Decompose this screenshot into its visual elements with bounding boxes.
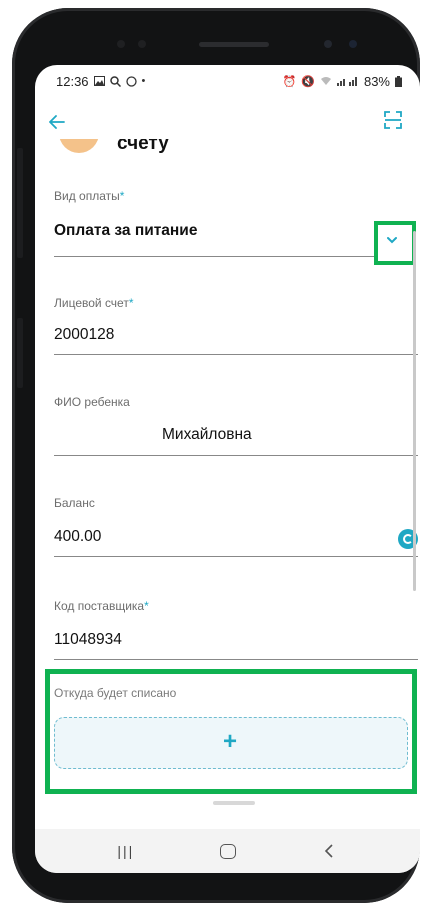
app-bar	[35, 105, 420, 141]
status-bar: 12:36 • ⏰ 🔇 83%	[35, 65, 420, 97]
front-camera	[324, 40, 332, 48]
chevron-down-icon	[387, 237, 397, 244]
sensor	[138, 40, 146, 48]
sensor	[117, 40, 125, 48]
back-arrow-icon[interactable]	[48, 107, 79, 137]
mute-icon: 🔇	[301, 75, 315, 88]
child-name-underline	[54, 455, 418, 456]
wifi-icon	[320, 77, 331, 85]
balance-label: Баланс	[54, 496, 95, 510]
phone-frame: 12:36 • ⏰ 🔇 83% счету Вид оплаты* Оплата…	[12, 8, 420, 903]
debit-source-label: Откуда будет списано	[54, 686, 177, 700]
payment-type-dropdown-button[interactable]	[374, 221, 416, 265]
recents-icon[interactable]: |||	[106, 836, 146, 866]
add-source-button[interactable]: +	[54, 717, 408, 769]
balance-input: 400.00	[54, 528, 102, 545]
page-title: счету	[117, 139, 169, 153]
account-input[interactable]: 2000128	[54, 326, 114, 344]
account-field[interactable]: Лицевой счет* 2000128	[54, 296, 418, 366]
status-time: 12:36	[56, 73, 89, 89]
avatar	[59, 139, 99, 153]
supplier-code-input[interactable]: 11048934	[54, 631, 122, 649]
image-icon	[93, 76, 105, 86]
supplier-code-field[interactable]: Код поставщика* 11048934	[54, 599, 418, 669]
bixby-button	[17, 318, 23, 388]
debit-source-section: Откуда будет списано +	[45, 669, 417, 794]
iris-sensor	[349, 40, 357, 48]
dot-icon: •	[141, 75, 146, 87]
child-name-field[interactable]: ФИО ребенка Михайловна	[54, 395, 418, 465]
volume-button	[17, 148, 23, 258]
payment-type-field[interactable]: Вид оплаты* Оплата за питание	[54, 189, 418, 269]
battery-icon	[395, 75, 402, 87]
payment-type-underline	[54, 256, 376, 257]
child-name-input[interactable]: Михайловна	[162, 426, 252, 444]
account-underline	[54, 354, 418, 355]
supplier-code-underline	[54, 659, 418, 660]
balance-underline	[54, 556, 418, 557]
child-name-label: ФИО ребенка	[54, 395, 130, 409]
supplier-code-label: Код поставщика*	[54, 599, 149, 613]
payment-type-label: Вид оплаты*	[54, 189, 125, 203]
system-nav-bar: |||	[35, 829, 420, 873]
battery-percent: 83%	[363, 73, 390, 89]
plus-icon: +	[223, 728, 238, 755]
signal-icon	[336, 77, 357, 86]
scrollbar[interactable]	[413, 231, 416, 591]
scan-icon[interactable]	[384, 111, 402, 129]
back-nav-icon[interactable]	[309, 836, 349, 866]
screen: 12:36 • ⏰ 🔇 83% счету Вид оплаты* Оплата…	[35, 65, 420, 873]
payment-type-value[interactable]: Оплата за питание	[54, 222, 197, 240]
home-icon[interactable]	[207, 836, 247, 866]
search-icon	[109, 75, 121, 87]
account-label: Лицевой счет*	[54, 296, 134, 310]
whatsapp-icon	[125, 75, 137, 87]
alarm-icon: ⏰	[282, 75, 297, 88]
drag-handle[interactable]	[213, 801, 255, 805]
balance-field[interactable]: Баланс 400.00	[54, 496, 418, 566]
earpiece-speaker	[199, 42, 269, 47]
